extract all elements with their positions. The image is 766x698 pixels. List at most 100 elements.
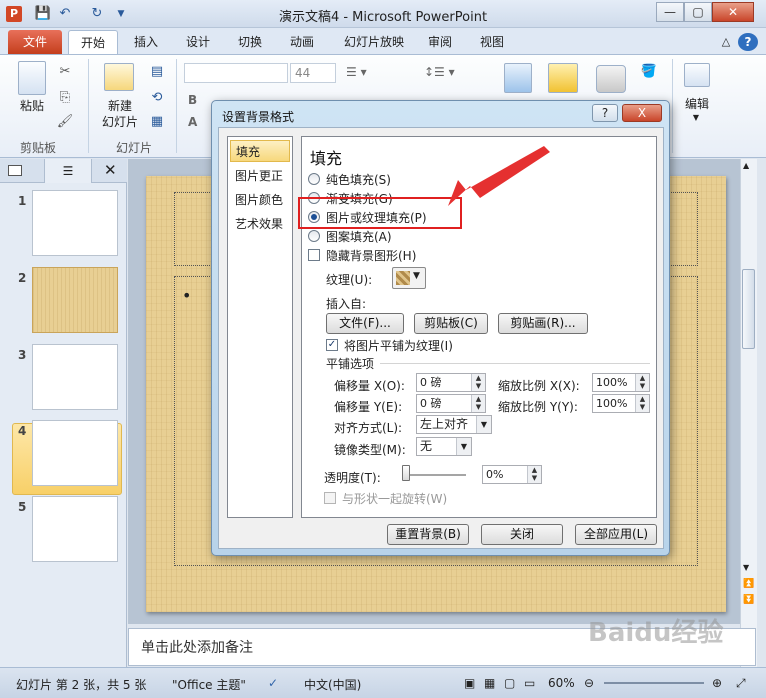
offset-x-input[interactable]: 0 磅 ▲ ▼ <box>416 373 486 392</box>
tab-transitions[interactable]: 切换 <box>228 30 272 54</box>
shapes-icon[interactable] <box>504 63 532 93</box>
zoom-slider[interactable] <box>604 682 704 684</box>
spinner-arrows-icon[interactable]: ▲ ▼ <box>471 374 485 391</box>
radio-solid-fill[interactable] <box>308 173 320 185</box>
label-solid-fill[interactable]: 纯色填充(S) <box>326 171 391 188</box>
transparency-input[interactable]: 0% ▲ ▼ <box>482 465 542 484</box>
scroll-up-icon[interactable]: ▲ <box>743 161 749 170</box>
slideshow-view-icon[interactable]: ▭ <box>524 676 535 690</box>
font-name-combo[interactable] <box>184 63 288 83</box>
help-icon[interactable]: ? <box>738 33 758 51</box>
offset-y-input[interactable]: 0 磅 ▲ ▼ <box>416 394 486 413</box>
zoom-level[interactable]: 60% <box>548 676 575 690</box>
label-pattern-fill[interactable]: 图案填充(A) <box>326 228 392 245</box>
fit-to-window-icon[interactable]: ⤢ <box>736 676 746 691</box>
line-spacing-icon[interactable]: ↕☰ ▾ <box>424 65 455 79</box>
cut-icon[interactable]: ✂ <box>56 63 74 81</box>
close-window-button[interactable]: ✕ <box>712 2 754 22</box>
find-icon[interactable] <box>684 63 710 87</box>
dialog-help-button[interactable]: ? <box>592 104 618 122</box>
dropdown-icon[interactable]: ▼ <box>476 416 491 433</box>
slide-thumbnail-3[interactable] <box>32 344 118 410</box>
category-fill[interactable]: 填充 <box>230 140 290 162</box>
edit-dropdown-icon[interactable]: ▼ <box>686 113 706 122</box>
insert-clipboard-button[interactable]: 剪贴板(C) <box>414 313 488 334</box>
section-icon[interactable]: ▦ <box>148 113 166 131</box>
reset-icon[interactable]: ⟲ <box>148 89 166 107</box>
tab-review[interactable]: 审阅 <box>420 30 460 54</box>
tab-insert[interactable]: 插入 <box>124 30 168 54</box>
dialog-close-button[interactable]: X <box>622 104 662 122</box>
spinner-arrows-icon[interactable]: ▲ ▼ <box>635 395 649 412</box>
slides-tab-icon[interactable] <box>8 165 22 176</box>
label-hide-background[interactable]: 隐藏背景图形(H) <box>326 247 416 264</box>
zoom-in-icon[interactable]: ⊕ <box>712 676 722 690</box>
transparency-slider-thumb[interactable] <box>402 465 410 481</box>
copy-icon[interactable]: ⎘ <box>56 89 74 107</box>
reading-view-icon[interactable]: ▢ <box>504 676 515 690</box>
slide-thumbnail-1[interactable] <box>32 190 118 256</box>
transparency-slider-track[interactable] <box>402 474 466 476</box>
apply-all-button[interactable]: 全部应用(L) <box>575 524 657 545</box>
format-painter-icon[interactable]: 🖌 <box>56 113 74 131</box>
vertical-scrollbar[interactable]: ▲ ▼ ⏫ ⏬ <box>740 159 757 667</box>
close-pane-icon[interactable]: ✕ <box>104 161 117 179</box>
label-rotate-with-shape[interactable]: 与形状一起旋转(W) <box>342 490 447 507</box>
bullets-icon[interactable]: ☰ ▾ <box>346 65 367 79</box>
tab-view[interactable]: 视图 <box>472 30 512 54</box>
minimize-button[interactable]: — <box>656 2 684 22</box>
tab-slideshow[interactable]: 幻灯片放映 <box>336 30 412 54</box>
dropdown-icon[interactable]: ▼ <box>456 438 471 455</box>
slide-thumbnail-5[interactable] <box>32 496 118 562</box>
texture-picker[interactable]: ▼ <box>392 267 426 289</box>
slide-sorter-icon[interactable]: ▦ <box>484 676 495 690</box>
spellcheck-icon[interactable]: ✓ <box>268 676 278 690</box>
font-color-icon[interactable]: A <box>188 115 197 129</box>
bold-icon[interactable]: B <box>188 93 197 107</box>
edit-button-label[interactable]: 编辑 <box>676 95 718 112</box>
category-picture-color[interactable]: 图片颜色 <box>230 189 290 211</box>
checkbox-rotate-with-shape[interactable] <box>324 492 336 504</box>
close-button[interactable]: 关闭 <box>481 524 563 545</box>
spinner-arrows-icon[interactable]: ▲ ▼ <box>471 395 485 412</box>
language-label[interactable]: 中文(中国) <box>304 676 361 693</box>
font-size-combo[interactable]: 44 <box>290 63 336 83</box>
mirror-type-select[interactable]: 无 ▼ <box>416 437 472 456</box>
checkbox-tile-texture[interactable]: ✓ <box>326 339 338 351</box>
outline-tab-icon[interactable]: ☰ <box>44 159 92 183</box>
category-picture-corrections[interactable]: 图片更正 <box>230 165 290 187</box>
shape-fill-icon[interactable]: 🪣 <box>640 63 658 81</box>
normal-view-icon[interactable]: ▣ <box>464 676 475 690</box>
scale-x-input[interactable]: 100% ▲ ▼ <box>592 373 650 392</box>
new-slide-icon[interactable] <box>104 63 134 91</box>
insert-file-button[interactable]: 文件(F)... <box>326 313 404 334</box>
scroll-down-icon[interactable]: ▼ <box>743 563 749 572</box>
slide-thumbnail-4[interactable] <box>32 420 118 486</box>
paste-icon[interactable] <box>18 61 46 95</box>
label-tile-texture[interactable]: 将图片平铺为纹理(I) <box>344 337 453 354</box>
zoom-out-icon[interactable]: ⊖ <box>584 676 594 690</box>
scrollbar-thumb[interactable] <box>742 269 755 349</box>
insert-clipart-button[interactable]: 剪贴画(R)... <box>498 313 588 334</box>
new-slide-label-2[interactable]: 幻灯片 <box>96 113 144 130</box>
checkbox-hide-background[interactable] <box>308 249 320 261</box>
ribbon-collapse-icon[interactable]: △ <box>716 30 736 54</box>
maximize-button[interactable]: ▢ <box>684 2 712 22</box>
quick-styles-icon[interactable] <box>596 65 626 93</box>
new-slide-label-1[interactable]: 新建 <box>96 97 144 114</box>
tab-file[interactable]: 文件 <box>8 30 62 54</box>
next-slide-icon[interactable]: ⏬ <box>743 595 754 605</box>
scale-y-input[interactable]: 100% ▲ ▼ <box>592 394 650 413</box>
spinner-arrows-icon[interactable]: ▲ ▼ <box>527 466 541 483</box>
paste-button-label[interactable]: 粘贴 <box>14 97 50 114</box>
alignment-select[interactable]: 左上对齐 ▼ <box>416 415 492 434</box>
arrange-icon[interactable] <box>548 63 578 93</box>
tab-animations[interactable]: 动画 <box>280 30 324 54</box>
radio-pattern-fill[interactable] <box>308 230 320 242</box>
spinner-arrows-icon[interactable]: ▲ ▼ <box>635 374 649 391</box>
tab-home[interactable]: 开始 <box>68 30 118 54</box>
slide-thumbnail-2[interactable] <box>32 267 118 333</box>
layout-icon[interactable]: ▤ <box>148 63 166 81</box>
previous-slide-icon[interactable]: ⏫ <box>743 579 754 589</box>
reset-background-button[interactable]: 重置背景(B) <box>387 524 469 545</box>
